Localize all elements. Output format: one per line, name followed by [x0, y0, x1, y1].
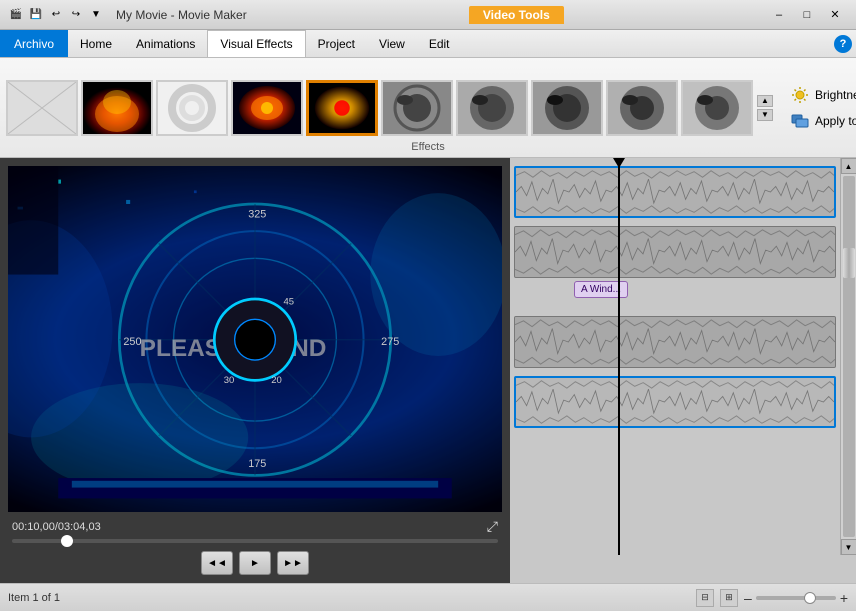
svg-text:45: 45	[283, 296, 294, 307]
menu-archivo[interactable]: Archivo	[0, 30, 68, 57]
effect-orange[interactable]	[231, 80, 303, 136]
svg-text:275: 275	[381, 336, 399, 348]
scroll-arrows: ▲ ▼	[757, 95, 773, 121]
effects-grid	[6, 80, 753, 136]
timeline-scroll-track[interactable]	[843, 176, 855, 537]
minimize-button[interactable]: –	[766, 5, 792, 25]
save-icon[interactable]: 💾	[28, 7, 44, 23]
brightness-action[interactable]: Brightness	[787, 84, 856, 106]
svg-text:250: 250	[123, 336, 141, 348]
preview-area: PLEASE STAND 325 175 250 275	[0, 158, 510, 583]
svg-text:175: 175	[248, 458, 266, 470]
time-display: 00:10,00/03:04,03	[12, 521, 101, 533]
scroll-up[interactable]: ▲	[757, 95, 773, 107]
video-preview[interactable]: PLEASE STAND 325 175 250 275	[8, 166, 502, 512]
app-title: My Movie - Movie Maker	[116, 8, 247, 22]
menu-animations[interactable]: Animations	[124, 30, 207, 57]
effect-bw1[interactable]	[381, 80, 453, 136]
timeline-track-4	[514, 376, 836, 428]
zoom-control: – +	[744, 590, 848, 606]
redo-icon[interactable]: ↪	[68, 7, 84, 23]
next-frame-button[interactable]: ►►	[277, 551, 309, 575]
menu-edit[interactable]: Edit	[417, 30, 462, 57]
track-content-4[interactable]	[514, 376, 836, 428]
status-bar: Item 1 of 1 ⊟ ⊞ – +	[0, 583, 856, 611]
menu-project[interactable]: Project	[306, 30, 367, 57]
maximize-button[interactable]: □	[794, 5, 820, 25]
zoom-slider-thumb[interactable]	[804, 592, 816, 604]
zoom-in-button[interactable]: +	[840, 590, 848, 606]
scroll-down[interactable]: ▼	[757, 109, 773, 121]
timeline-scroll-down[interactable]: ▼	[841, 539, 856, 555]
brightness-label: Brightness	[815, 88, 856, 102]
effect-blur[interactable]	[156, 80, 228, 136]
preview-controls: 00:10,00/03:04,03 ⤢	[8, 518, 502, 535]
effect-bw5[interactable]	[681, 80, 753, 136]
item-info: Item 1 of 1	[8, 592, 60, 604]
zoom-slider[interactable]	[756, 596, 836, 600]
effect-bw3[interactable]	[531, 80, 603, 136]
effect-bw2[interactable]	[456, 80, 528, 136]
undo-icon[interactable]: ↩	[48, 7, 64, 23]
title-controls: – □ ✕	[766, 5, 848, 25]
effect-selected[interactable]	[306, 80, 378, 136]
effect-none[interactable]	[6, 80, 78, 136]
scrubber[interactable]	[12, 539, 498, 543]
fullscreen-button[interactable]: ⤢	[487, 518, 498, 535]
apply-to-all-label: Apply to all	[815, 114, 856, 128]
help-button[interactable]: ?	[834, 35, 852, 53]
text-overlay-spacer	[510, 282, 856, 312]
timeline-scroll-up[interactable]: ▲	[841, 158, 856, 174]
brightness-icon	[791, 86, 809, 104]
video-tools-tab[interactable]: Video Tools	[469, 6, 564, 24]
apply-to-all-action[interactable]: Apply to all	[787, 110, 856, 132]
svg-text:20: 20	[271, 375, 282, 386]
title-bar-left: 🎬 💾 ↩ ↪ ▼ My Movie - Movie Maker	[8, 7, 247, 23]
title-bar: 🎬 💾 ↩ ↪ ▼ My Movie - Movie Maker Video T…	[0, 0, 856, 30]
svg-text:325: 325	[248, 209, 266, 221]
playhead[interactable]	[618, 158, 620, 555]
status-bar-right: ⊟ ⊞ – +	[696, 589, 848, 607]
view-icon-2[interactable]: ⊞	[720, 589, 738, 607]
svg-text:30: 30	[224, 375, 235, 386]
menu-visual-effects[interactable]: Visual Effects	[207, 30, 305, 57]
zoom-out-button[interactable]: –	[744, 590, 752, 606]
timeline-track-3	[514, 316, 836, 368]
apply-to-all-icon	[791, 112, 809, 130]
effects-section-label: Effects	[411, 141, 444, 153]
close-button[interactable]: ✕	[822, 5, 848, 25]
timeline-track-1	[514, 166, 836, 218]
timeline-scroll-thumb[interactable]	[843, 248, 855, 278]
timeline-scrollbar[interactable]: ▲ ▼	[840, 158, 856, 555]
view-icon-1[interactable]: ⊟	[696, 589, 714, 607]
track-content-3[interactable]	[514, 316, 836, 368]
effect-warm[interactable]	[81, 80, 153, 136]
timeline-track-2: A Wind...	[514, 226, 836, 278]
menu-view[interactable]: View	[367, 30, 417, 57]
effect-bw4[interactable]	[606, 80, 678, 136]
track-content-2[interactable]	[514, 226, 836, 278]
timeline-area: A Wind...	[510, 158, 856, 583]
transport-controls: ◄◄ ► ►►	[8, 551, 502, 575]
play-button[interactable]: ►	[239, 551, 271, 575]
scrubber-thumb[interactable]	[61, 535, 73, 547]
main-content: PLEASE STAND 325 175 250 275	[0, 158, 856, 583]
menu-home[interactable]: Home	[68, 30, 124, 57]
dropdown-icon[interactable]: ▼	[88, 7, 104, 23]
ribbon-right: Brightness Apply to all	[777, 84, 856, 132]
app-icon: 🎬	[8, 7, 24, 23]
ribbon: ▲ ▼ Brightness	[0, 58, 856, 158]
menu-bar: Archivo Home Animations Visual Effects P…	[0, 30, 856, 58]
track-content-1[interactable]	[514, 166, 836, 218]
scrubber-row	[8, 539, 502, 543]
prev-frame-button[interactable]: ◄◄	[201, 551, 233, 575]
